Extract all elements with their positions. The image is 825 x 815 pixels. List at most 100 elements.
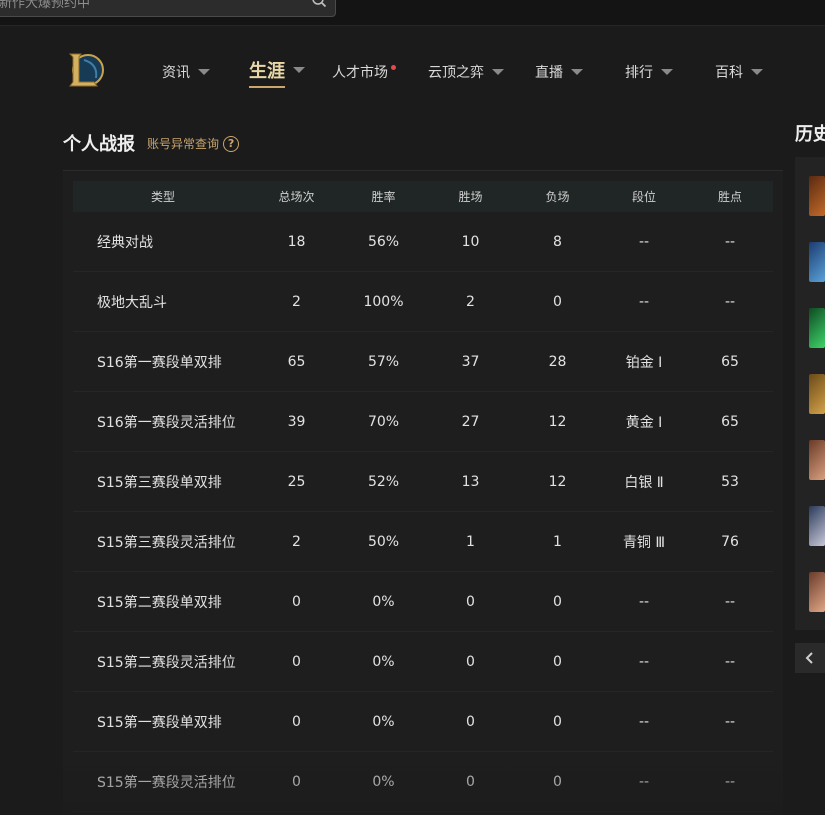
page-title: 个人战报 bbox=[63, 134, 135, 155]
search-icon[interactable] bbox=[311, 0, 327, 8]
stats-table: 类型 总场次 胜率 胜场 负场 段位 胜点 经典对战 18 56% 10 8 -- -- 极地… bbox=[63, 170, 783, 815]
nav-item-wiki[interactable]: 百科 bbox=[715, 60, 763, 84]
prev-page-button[interactable] bbox=[795, 643, 825, 673]
cell-winrate: 56% bbox=[367, 233, 400, 250]
cell-winrate: 0% bbox=[372, 713, 395, 730]
cell-lp: -- bbox=[724, 713, 736, 730]
nav-label: 资讯 bbox=[162, 65, 190, 81]
cell-type: S15第一赛段单双排 bbox=[97, 714, 222, 731]
match-thumbnail[interactable] bbox=[809, 374, 825, 414]
table-row: S16第一赛段灵活排位 39 70% 27 12 黄金 Ⅰ 65 bbox=[73, 392, 773, 452]
cell-wins: 10 bbox=[461, 233, 480, 250]
search-box[interactable] bbox=[0, 0, 336, 17]
cell-winrate: 57% bbox=[367, 353, 400, 370]
cell-tier: 铂金 Ⅰ bbox=[625, 354, 663, 371]
cell-wins: 0 bbox=[466, 653, 475, 670]
nav-label: 云顶之弈 bbox=[428, 65, 484, 81]
cell-total: 0 bbox=[292, 773, 301, 790]
match-thumbnail[interactable] bbox=[809, 242, 825, 282]
nav-item-career[interactable]: 生涯 bbox=[249, 57, 305, 88]
match-thumbnail[interactable] bbox=[809, 506, 825, 546]
cell-wins: 1 bbox=[466, 533, 475, 550]
nav-label: 人才市场 bbox=[332, 65, 388, 81]
help-icon[interactable]: ? bbox=[223, 135, 240, 152]
match-thumbnail[interactable] bbox=[809, 440, 825, 480]
nav-label: 排行 bbox=[625, 65, 653, 81]
chevron-down-icon bbox=[751, 69, 763, 75]
table-header: 类型 总场次 胜率 胜场 负场 段位 胜点 bbox=[73, 181, 773, 212]
match-thumbnail[interactable] bbox=[809, 176, 825, 216]
cell-total: 2 bbox=[292, 293, 301, 310]
nav-label: 直播 bbox=[535, 65, 563, 81]
nav-item-ranking[interactable]: 排行 bbox=[625, 60, 673, 84]
cell-losses: 12 bbox=[548, 473, 567, 490]
history-sidebar bbox=[795, 157, 825, 630]
nav-item-talent-market[interactable]: 人才市场 bbox=[332, 60, 396, 84]
header-tier: 段位 bbox=[631, 190, 656, 204]
account-anomaly-link[interactable]: 账号异常查询 ? bbox=[147, 135, 240, 152]
nav-item-tft[interactable]: 云顶之弈 bbox=[428, 60, 504, 84]
cell-losses: 8 bbox=[553, 233, 562, 250]
cell-tier: 青铜 Ⅲ bbox=[622, 534, 666, 551]
cell-tier: -- bbox=[638, 773, 650, 790]
account-link-label: 账号异常查询 bbox=[147, 137, 220, 151]
cell-type: S15第三赛段灵活排位 bbox=[97, 534, 236, 551]
match-thumbnail[interactable] bbox=[809, 572, 825, 612]
cell-wins: 27 bbox=[461, 413, 480, 430]
chevron-down-icon bbox=[661, 69, 673, 75]
nav-label: 百科 bbox=[715, 65, 743, 81]
header-lp: 胜点 bbox=[717, 190, 742, 204]
cell-tier: -- bbox=[638, 713, 650, 730]
chevron-left-icon bbox=[805, 652, 813, 664]
nav-item-live[interactable]: 直播 bbox=[535, 60, 583, 84]
table-row: S15第三赛段单双排 25 52% 13 12 白银 Ⅱ 53 bbox=[73, 452, 773, 512]
cell-type: S15第一赛段灵活排位 bbox=[97, 774, 236, 791]
cell-tier: -- bbox=[638, 233, 650, 250]
cell-lp: -- bbox=[724, 233, 736, 250]
match-thumbnail[interactable] bbox=[809, 308, 825, 348]
header-winrate: 胜率 bbox=[371, 190, 396, 204]
cell-total: 2 bbox=[292, 533, 301, 550]
cell-lp: -- bbox=[724, 653, 736, 670]
cell-losses: 0 bbox=[553, 653, 562, 670]
cell-type: S15第三赛段单双排 bbox=[97, 474, 222, 491]
cell-winrate: 50% bbox=[367, 533, 400, 550]
table-row: 极地大乱斗 2 100% 2 0 -- -- bbox=[73, 272, 773, 332]
cell-tier: -- bbox=[638, 653, 650, 670]
top-bar bbox=[0, 0, 825, 26]
cell-type: 经典对战 bbox=[97, 234, 153, 251]
cell-losses: 0 bbox=[553, 293, 562, 310]
cell-lp: -- bbox=[724, 773, 736, 790]
cell-tier: -- bbox=[638, 293, 650, 310]
cell-type: S15第二赛段灵活排位 bbox=[97, 654, 236, 671]
cell-winrate: 0% bbox=[372, 653, 395, 670]
cell-losses: 0 bbox=[553, 713, 562, 730]
header-type: 类型 bbox=[150, 190, 175, 204]
chevron-down-icon bbox=[293, 67, 305, 73]
cell-lp: 65 bbox=[721, 353, 739, 370]
table-row: S15第二赛段单双排 0 0% 0 0 -- -- bbox=[73, 572, 773, 632]
cell-losses: 0 bbox=[553, 593, 562, 610]
history-title: 历史 bbox=[795, 124, 825, 145]
cell-losses: 1 bbox=[553, 533, 562, 550]
header-wins: 胜场 bbox=[458, 190, 483, 204]
notification-dot bbox=[391, 64, 396, 70]
cell-lp: 76 bbox=[721, 533, 739, 550]
cell-winrate: 52% bbox=[367, 473, 400, 490]
lol-logo[interactable] bbox=[66, 48, 106, 92]
chevron-down-icon bbox=[571, 69, 583, 75]
nav-item-news[interactable]: 资讯 bbox=[162, 60, 210, 84]
cell-total: 65 bbox=[287, 353, 306, 370]
cell-losses: 12 bbox=[548, 413, 567, 430]
cell-type: S16第一赛段单双排 bbox=[97, 354, 222, 371]
table-row: S15第一赛段单双排 0 0% 0 0 -- -- bbox=[73, 692, 773, 752]
search-input[interactable] bbox=[0, 0, 297, 16]
nav-label: 生涯 bbox=[249, 57, 285, 88]
cell-wins: 37 bbox=[461, 353, 480, 370]
cell-wins: 2 bbox=[466, 293, 475, 310]
cell-wins: 0 bbox=[466, 593, 475, 610]
cell-type: S15第二赛段单双排 bbox=[97, 594, 222, 611]
cell-wins: 0 bbox=[466, 713, 475, 730]
header-total: 总场次 bbox=[278, 190, 315, 204]
header-losses: 负场 bbox=[545, 190, 570, 204]
